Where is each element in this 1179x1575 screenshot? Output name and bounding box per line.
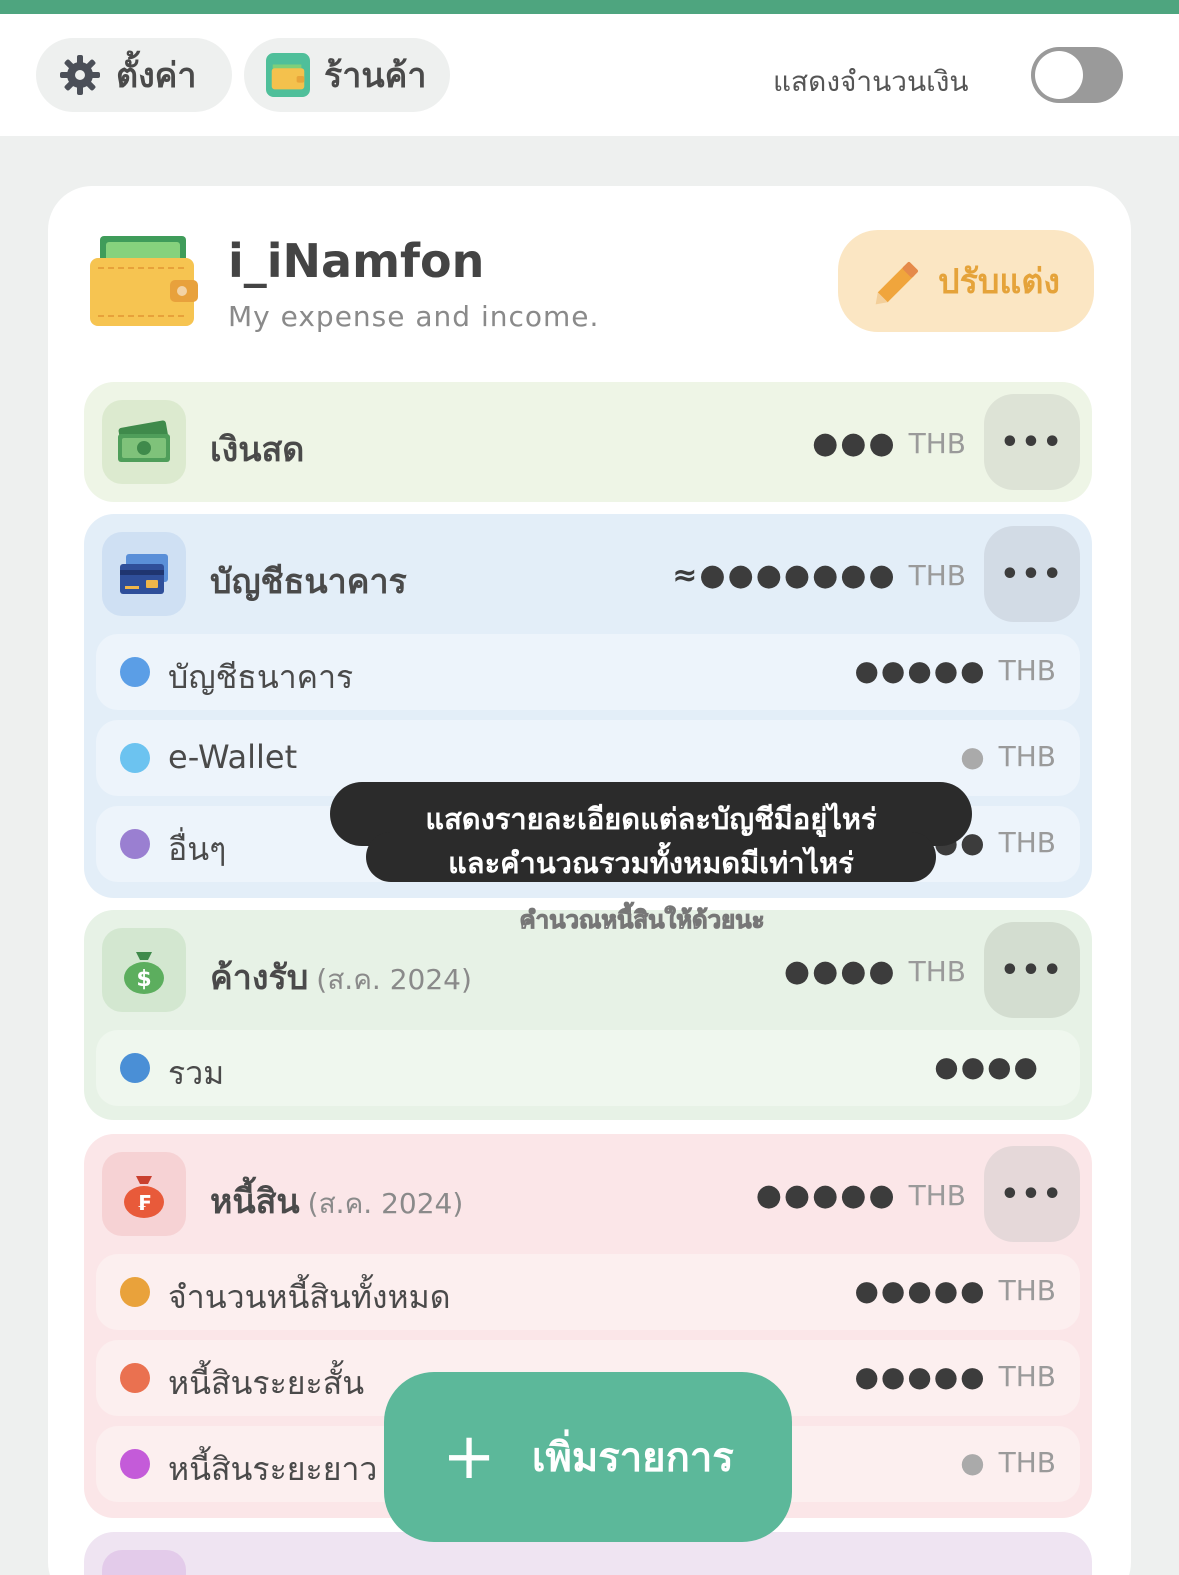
debt-amount: ●●●●● THB (756, 1178, 966, 1213)
caption-line2: และคำนวณรวมทั้งหมดมีเท่าไหร่ (448, 846, 854, 880)
cash-currency: THB (908, 427, 966, 460)
other-item-label: อื่นๆ (168, 830, 227, 868)
cash-section: เงินสด ●●● THB ••• (84, 382, 1092, 502)
ewallet-item-label: e-Wallet (168, 738, 298, 776)
next-section-icon (102, 1550, 186, 1575)
bank-item-amount-value: ●●●●● (854, 654, 987, 687)
account-name: i_iNamfon (228, 234, 485, 288)
cash-icon (102, 400, 186, 484)
debt-title-text: หนี้สิน (210, 1182, 300, 1222)
show-amount-toggle[interactable] (1031, 47, 1123, 103)
credit-card-icon (102, 532, 186, 616)
total-item-amount-value: ●●●● (934, 1050, 1040, 1083)
long-debt-dot (120, 1449, 150, 1479)
long-debt-amount-value: ● (960, 1446, 987, 1479)
total-item-label: รวม (168, 1054, 225, 1092)
debt-amount-value: ●●●●● (755, 1178, 897, 1213)
toggle-knob (1035, 51, 1083, 99)
bank-currency: THB (908, 559, 966, 592)
total-debt-dot (120, 1277, 150, 1307)
other-item-currency: THB (998, 826, 1056, 859)
short-debt-currency: THB (998, 1360, 1056, 1393)
top-accent-bar (0, 0, 1179, 14)
total-item-amount: ●●●● (934, 1050, 1040, 1083)
receivable-title-text: ค้างรับ (210, 958, 309, 998)
cash-more-button[interactable]: ••• (984, 394, 1080, 490)
debt-title: หนี้สิน (ส.ค. 2024) (210, 1174, 463, 1228)
wallet-icon (90, 232, 198, 328)
debt-more-button[interactable]: ••• (984, 1146, 1080, 1242)
list-item[interactable]: บัญชีธนาคาร ●●●●● THB (96, 634, 1080, 710)
cash-header[interactable]: เงินสด ●●● THB ••• (84, 382, 1092, 502)
pencil-icon (872, 254, 926, 308)
receivable-amount-value: ●●●● (783, 954, 897, 989)
gear-icon (58, 53, 102, 97)
bank-header[interactable]: บัญชีธนาคาร ≈●●●●●●● THB ••• (84, 514, 1092, 634)
receivable-section: $ ค้างรับ (ส.ค. 2024) ●●●● THB ••• รวม ●●●… (84, 910, 1092, 1120)
total-debt-label: จำนวนหนี้สินทั้งหมด (168, 1278, 451, 1316)
settings-label: ตั้งค่า (116, 56, 197, 96)
add-entry-button[interactable]: + เพิ่มรายการ (384, 1372, 792, 1542)
receivable-date: (ส.ค. 2024) (316, 963, 472, 996)
caption-line1: แสดงรายละเอียดแต่ละบัญชีมีอยู่ไหร่ (425, 802, 877, 836)
svg-text:$: $ (136, 967, 151, 992)
money-bag-icon: $ (102, 928, 186, 1012)
receivable-amount: ●●●● THB (784, 954, 966, 989)
edit-button[interactable]: ปรับแต่ง (838, 230, 1094, 332)
ewallet-item-amount: ● THB (960, 740, 1056, 773)
shop-label: ร้านค้า (324, 56, 427, 96)
bank-item-currency: THB (998, 654, 1056, 687)
bank-amount: ≈●●●●●●● THB (672, 558, 966, 593)
cash-amount: ●●● THB (812, 426, 966, 461)
plus-icon: + (442, 1420, 496, 1494)
total-dot (120, 1053, 150, 1083)
list-item[interactable]: จำนวนหนี้สินทั้งหมด ●●●●● THB (96, 1254, 1080, 1330)
faint-caption: คำนวณหนี้สินให้ด้วยนะ (519, 906, 765, 935)
shop-button[interactable]: ร้านค้า (244, 38, 450, 112)
short-debt-amount-value: ●●●●● (854, 1360, 987, 1393)
bank-amount-value: ≈●●●●●●● (672, 558, 897, 593)
bank-dot (120, 657, 150, 687)
edit-label: ปรับแต่ง (937, 262, 1061, 302)
wallet-shop-icon (266, 53, 310, 97)
short-debt-amount: ●●●●● THB (854, 1360, 1056, 1393)
other-dot (120, 829, 150, 859)
debt-currency: THB (908, 1179, 966, 1212)
debt-header[interactable]: ₣ หนี้สิน (ส.ค. 2024) ●●●●● THB ••• (84, 1134, 1092, 1254)
bank-item-amount: ●●●●● THB (854, 654, 1056, 687)
list-item[interactable]: รวม ●●●● (96, 1030, 1080, 1106)
total-debt-currency: THB (998, 1274, 1056, 1307)
cash-title: เงินสด (210, 430, 305, 470)
bank-title: บัญชีธนาคาร (210, 562, 407, 602)
video-caption: แสดงรายละเอียดแต่ละบัญชีมีอยู่ไหร่ และคำ… (330, 782, 972, 882)
long-debt-label: หนี้สินระยะยาว (168, 1450, 378, 1488)
long-debt-amount: ● THB (960, 1446, 1056, 1479)
ewallet-item-currency: THB (998, 740, 1056, 773)
ewallet-dot (120, 743, 150, 773)
bank-more-button[interactable]: ••• (984, 526, 1080, 622)
show-amount-label: แสดงจำนวนเงิน (773, 65, 969, 98)
long-debt-currency: THB (998, 1446, 1056, 1479)
short-debt-label: หนี้สินระยะสั้น (168, 1364, 365, 1402)
short-debt-dot (120, 1363, 150, 1393)
receivable-more-button[interactable]: ••• (984, 922, 1080, 1018)
receivable-currency: THB (908, 955, 966, 988)
total-debt-amount: ●●●●● THB (854, 1274, 1056, 1307)
svg-text:₣: ₣ (137, 1191, 151, 1215)
account-subtitle: My expense and income. (228, 300, 600, 333)
debt-date: (ส.ค. 2024) (307, 1187, 464, 1220)
add-entry-label: เพิ่มรายการ (531, 1435, 734, 1481)
bank-item-label: บัญชีธนาคาร (168, 658, 354, 696)
header-bar: ตั้งค่า ร้านค้า แสดงจำนวนเงิน (0, 14, 1179, 136)
receivable-title: ค้างรับ (ส.ค. 2024) (210, 950, 472, 1004)
cash-amount-value: ●●● (812, 426, 897, 461)
settings-button[interactable]: ตั้งค่า (36, 38, 232, 112)
ewallet-item-amount-value: ● (960, 740, 987, 773)
debt-bag-icon: ₣ (102, 1152, 186, 1236)
total-debt-amount-value: ●●●●● (854, 1274, 987, 1307)
